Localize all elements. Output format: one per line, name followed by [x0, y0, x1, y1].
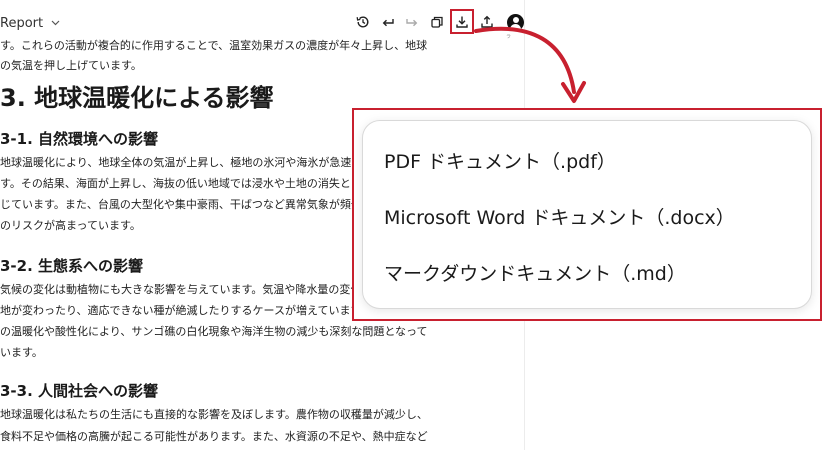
paragraph-line: 気候の変化は動植物にも大きな影響を与えています。気温や降水量の変化によ — [0, 283, 384, 296]
paragraph-line: の温暖化や酸性化により、サンゴ礁の白化現象や海洋生物の減少も深刻な問題となって — [0, 325, 428, 338]
paragraph-line: います。 — [0, 346, 43, 359]
download-button[interactable] — [450, 9, 474, 34]
paragraph-line: す。その結果、海面が上昇し、海抜の低い地域では浸水や土地の消失といった — [0, 177, 384, 190]
paragraph-line: 地球温暖化は私たちの生活にも直接的な影響を及ぼします。農作物の収穫量が減少し、 — [0, 408, 428, 421]
undo-icon — [381, 15, 395, 29]
export-docx-item[interactable]: Microsoft Word ドキュメント（.docx） — [384, 203, 735, 230]
avatar-head — [512, 17, 519, 23]
chevron-down-icon — [51, 15, 60, 30]
paragraph-line: 地球温暖化により、地球全体の気温が上昇し、極地の氷河や海氷が急速に融解 — [0, 156, 385, 169]
section-heading: 3. 地球温暖化による影響 — [0, 84, 274, 112]
paragraph-line: す。これらの活動が複合的に作用することで、温室効果ガスの濃度が年々上昇し、地球 — [0, 39, 428, 52]
callout-highlight-frame: PDF ドキュメント（.pdf） Microsoft Word ドキュメント（.… — [352, 108, 822, 321]
history-button[interactable] — [352, 10, 374, 34]
screenshot-stage: Report ラ す。これらの活動が複合的に作用することで、温室効果ガスの濃度が… — [0, 0, 830, 450]
redo-icon — [405, 15, 419, 29]
subsection-heading: 3-1. 自然環境への影響 — [0, 130, 159, 148]
avatar-body — [510, 24, 521, 31]
copy-icon — [430, 15, 444, 29]
share-icon — [480, 15, 494, 29]
redo-button[interactable] — [401, 10, 423, 34]
document-title-dropdown[interactable]: Report — [0, 15, 60, 31]
history-icon — [356, 15, 370, 29]
export-md-item[interactable]: マークダウンドキュメント（.md） — [384, 259, 686, 286]
download-icon — [455, 15, 469, 29]
undo-button[interactable] — [377, 10, 399, 34]
paragraph-line: のリスクが高まっています。 — [0, 219, 141, 232]
export-pdf-item[interactable]: PDF ドキュメント（.pdf） — [384, 147, 616, 174]
paragraph-line: 地が変わったり、適応できない種が絶滅したりするケースが増えています。ま — [0, 304, 383, 317]
copy-button[interactable] — [426, 10, 448, 34]
paragraph-line: じています。また、台風の大型化や集中豪雨、干ばつなど異常気象が頻発し、 — [0, 198, 384, 211]
export-menu: PDF ドキュメント（.pdf） Microsoft Word ドキュメント（.… — [362, 120, 812, 309]
subsection-heading: 3-2. 生態系への影響 — [0, 257, 144, 275]
paragraph-line: 食料不足や価格の高騰が起こる可能性があります。また、水資源の不足や、熱中症など — [0, 430, 428, 443]
document-title: Report — [0, 16, 44, 31]
avatar[interactable] — [507, 14, 524, 31]
share-button[interactable] — [476, 10, 498, 34]
paragraph-line: の気温を押し上げています。 — [0, 59, 142, 72]
avatar-caption: ラ — [506, 34, 512, 40]
subsection-heading: 3-3. 人間社会への影響 — [0, 382, 159, 400]
